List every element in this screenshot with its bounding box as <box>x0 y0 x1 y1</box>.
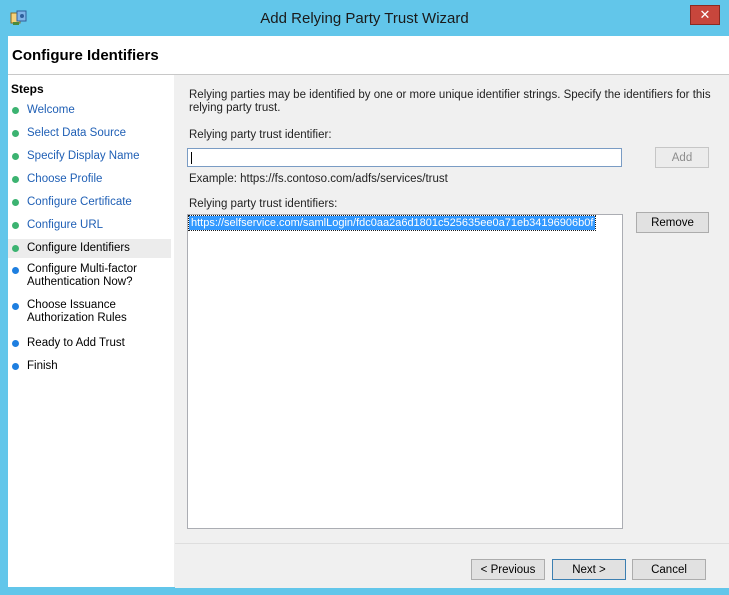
step-status-dot-icon <box>12 153 19 160</box>
step-label: Configure Identifiers <box>27 242 130 254</box>
step-status-dot-icon <box>12 303 19 310</box>
remove-button[interactable]: Remove <box>636 212 709 233</box>
page-title: Configure Identifiers <box>12 47 159 64</box>
step-status-dot-icon <box>12 130 19 137</box>
step-item: Welcome <box>8 101 171 120</box>
step-item: Configure Identifiers <box>8 239 171 258</box>
step-item: Configure Multi-factor Authentication No… <box>8 262 158 290</box>
step-label: Configure URL <box>27 219 104 231</box>
step-item: Select Data Source <box>8 124 171 143</box>
main-panel: Relying parties may be identified by one… <box>175 75 729 588</box>
step-label: Configure Multi-factor Authentication No… <box>27 263 137 288</box>
steps-title: Steps <box>11 82 44 96</box>
identifiers-listbox[interactable]: https://selfservice.com/samlLogin/fdc0aa… <box>187 214 623 529</box>
step-status-dot-icon <box>12 245 19 252</box>
step-status-dot-icon <box>12 340 19 347</box>
step-item: Choose Issuance Authorization Rules <box>8 298 158 326</box>
identifier-label: Relying party trust identifier: <box>189 129 332 141</box>
identifier-list-item[interactable]: https://selfservice.com/samlLogin/fdc0aa… <box>187 215 597 231</box>
step-status-dot-icon <box>12 199 19 206</box>
add-button[interactable]: Add <box>655 147 709 168</box>
wizard-footer: < Previous Next > Cancel <box>175 543 729 588</box>
step-label: Ready to Add Trust <box>27 337 125 349</box>
step-label: Welcome <box>27 104 75 116</box>
previous-button[interactable]: < Previous <box>471 559 545 580</box>
identifier-input[interactable] <box>187 148 622 167</box>
step-item: Choose Profile <box>8 170 171 189</box>
step-status-dot-icon <box>12 363 19 370</box>
step-item: Configure Certificate <box>8 193 171 212</box>
step-status-dot-icon <box>12 222 19 229</box>
step-label: Configure Certificate <box>27 196 132 208</box>
previous-button-label: < Previous <box>480 563 536 576</box>
cancel-button-label: Cancel <box>651 563 687 576</box>
wizard-window: Add Relying Party Trust Wizard ✕ Configu… <box>0 0 729 595</box>
step-status-dot-icon <box>12 267 19 274</box>
text-caret <box>191 152 192 164</box>
step-item: Specify Display Name <box>8 147 171 166</box>
step-status-dot-icon <box>12 107 19 114</box>
step-item: Finish <box>8 357 171 376</box>
step-item: Configure URL <box>8 216 171 235</box>
step-label: Choose Profile <box>27 173 103 185</box>
step-status-dot-icon <box>12 176 19 183</box>
intro-text: Relying parties may be identified by one… <box>189 89 711 114</box>
close-icon: ✕ <box>699 7 711 22</box>
close-button[interactable]: ✕ <box>690 5 720 25</box>
example-text: Example: https://fs.contoso.com/adfs/ser… <box>189 173 448 185</box>
page-header: Configure Identifiers <box>8 36 729 75</box>
step-label: Finish <box>27 360 58 372</box>
step-label: Specify Display Name <box>27 150 140 162</box>
add-button-label: Add <box>671 151 693 164</box>
step-label: Select Data Source <box>27 127 127 139</box>
step-label: Choose Issuance Authorization Rules <box>27 299 127 324</box>
identifiers-label: Relying party trust identifiers: <box>189 198 338 210</box>
remove-button-label: Remove <box>651 216 694 229</box>
steps-sidebar: Steps Welcome Select Data Source Specify D… <box>8 75 174 587</box>
wizard-client-area: Configure Identifiers Steps Welcome Selec… <box>8 36 729 588</box>
next-button[interactable]: Next > <box>552 559 626 580</box>
cancel-button[interactable]: Cancel <box>632 559 706 580</box>
window-title: Add Relying Party Trust Wizard <box>260 10 469 27</box>
step-item: Ready to Add Trust <box>8 334 171 353</box>
title-bar[interactable]: Add Relying Party Trust Wizard ✕ <box>0 0 729 37</box>
next-button-label: Next > <box>572 563 606 576</box>
